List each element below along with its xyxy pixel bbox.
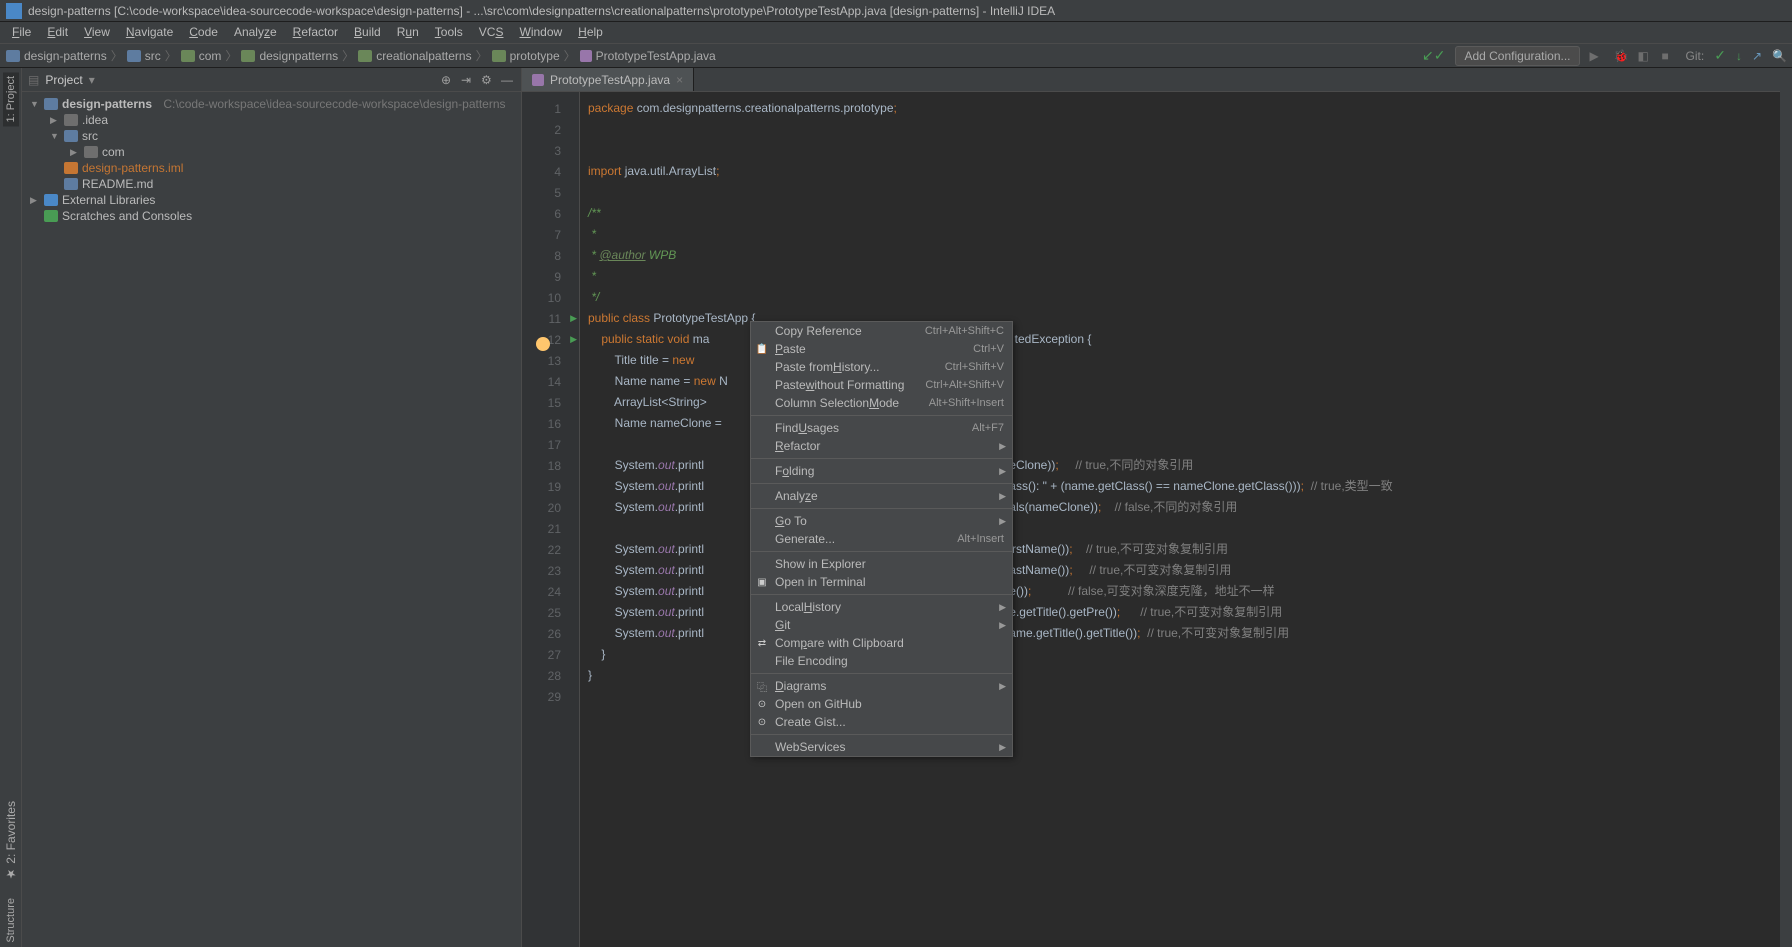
ctx-create-gist[interactable]: ⊙Create Gist... [751,713,1012,731]
line-gutter[interactable]: 12345 678910 11▶ 12▶ 1314151617 18192021… [522,92,580,947]
ctx-webservices[interactable]: WebServices▶ [751,738,1012,756]
ctx-find-usages[interactable]: Find UsagesAlt+F7 [751,419,1012,437]
menu-window[interactable]: Window [511,22,570,43]
bc-proto[interactable]: prototype [492,49,560,63]
editor[interactable]: 12345 678910 11▶ 12▶ 1314151617 18192021… [522,92,1780,947]
ctx-folding[interactable]: Folding▶ [751,462,1012,480]
tab-favorites[interactable]: ★ 2: Favorites [2,797,20,885]
editor-tabs: PrototypeTestApp.java × [522,68,1780,92]
ctx-local-history[interactable]: Local History▶ [751,598,1012,616]
title-bar: design-patterns [C:\code-workspace\idea-… [0,0,1792,22]
bc-project[interactable]: design-patterns [6,49,107,63]
tree-libs[interactable]: ▶External Libraries [22,192,521,208]
tree-scratch[interactable]: Scratches and Consoles [22,208,521,224]
nav-bar: design-patterns〉 src〉 com〉 designpattern… [0,44,1792,68]
stop-icon[interactable]: ■ [1662,49,1676,63]
menu-tools[interactable]: Tools [427,22,471,43]
debug-icon[interactable]: 🐞 [1614,49,1628,63]
run-gutter-icon[interactable]: ▶ [570,334,577,345]
menu-view[interactable]: View [76,22,118,43]
git-push-icon[interactable]: ↗ [1752,49,1762,63]
editor-area: PrototypeTestApp.java × 12345 678910 11▶… [522,68,1780,947]
coverage-icon[interactable]: ◧ [1638,49,1652,63]
tree-src[interactable]: ▼src [22,128,521,144]
run-config-dropdown[interactable]: Add Configuration... [1455,46,1579,66]
ctx-git[interactable]: Git▶ [751,616,1012,634]
collapse-icon[interactable]: ⇥ [461,73,475,87]
ctx-compare-clipboard[interactable]: ⇄Compare with Clipboard [751,634,1012,652]
menu-vcs[interactable]: VCS [471,22,512,43]
bc-dp[interactable]: designpatterns [241,49,338,63]
github-icon: ⊙ [755,697,769,711]
tab-structure[interactable]: Structure [3,894,19,947]
bc-com[interactable]: com [181,49,222,63]
tree-readme[interactable]: README.md [22,176,521,192]
menu-refactor[interactable]: Refactor [285,22,346,43]
bc-cp[interactable]: creationalpatterns [358,49,471,63]
ctx-generate[interactable]: Generate...Alt+Insert [751,530,1012,548]
ctx-open-terminal[interactable]: ▣Open in Terminal [751,573,1012,591]
tab-label: PrototypeTestApp.java [550,73,670,87]
context-menu: Copy ReferenceCtrl+Alt+Shift+C 📋PasteCtr… [750,321,1013,757]
run-icon[interactable]: ▶ [1590,49,1604,63]
menu-help[interactable]: Help [570,22,611,43]
github-icon: ⊙ [755,715,769,729]
sidebar-title[interactable]: Project [45,73,82,87]
terminal-icon: ▣ [755,575,769,589]
left-tool-strip: 1: Project ★ 2: Favorites Structure [0,68,22,947]
ctx-column-sel[interactable]: Column Selection ModeAlt+Shift+Insert [751,394,1012,412]
ctx-show-explorer[interactable]: Show in Explorer [751,555,1012,573]
menu-bar: File Edit View Navigate Code Analyze Ref… [0,22,1792,44]
locate-icon[interactable]: ⊕ [441,73,455,87]
menu-build[interactable]: Build [346,22,389,43]
hide-icon[interactable]: — [501,73,515,87]
project-sidebar: ▤ Project ▾ ⊕ ⇥ ⚙ — ▼design-patterns C:\… [22,68,522,947]
java-icon [532,74,544,86]
tree-root[interactable]: ▼design-patterns C:\code-workspace\idea-… [22,96,521,112]
breadcrumbs: design-patterns〉 src〉 com〉 designpattern… [6,47,716,64]
diagram-icon: ⿻ [755,679,769,693]
menu-navigate[interactable]: Navigate [118,22,181,43]
ctx-open-github[interactable]: ⊙Open on GitHub [751,695,1012,713]
ctx-diagrams[interactable]: ⿻Diagrams▶ [751,677,1012,695]
app-icon [6,3,22,19]
menu-code[interactable]: Code [181,22,226,43]
tree-com[interactable]: ▶com [22,144,521,160]
tab-file[interactable]: PrototypeTestApp.java × [522,68,694,91]
settings-icon[interactable]: ⚙ [481,73,495,87]
ctx-goto[interactable]: Go To▶ [751,512,1012,530]
git-commit-icon[interactable]: ↓ [1736,49,1742,63]
menu-analyze[interactable]: Analyze [226,22,285,43]
ctx-analyze[interactable]: Analyze▶ [751,487,1012,505]
git-update-icon[interactable]: ✓ [1714,47,1726,64]
menu-edit[interactable]: Edit [39,22,76,43]
right-gutter [1780,68,1792,947]
menu-file[interactable]: File [4,22,39,43]
ctx-paste-nofmt[interactable]: Paste without FormattingCtrl+Alt+Shift+V [751,376,1012,394]
project-tree[interactable]: ▼design-patterns C:\code-workspace\idea-… [22,92,521,947]
ctx-paste-history[interactable]: Paste from History...Ctrl+Shift+V [751,358,1012,376]
menu-run[interactable]: Run [389,22,427,43]
sidebar-header: ▤ Project ▾ ⊕ ⇥ ⚙ — [22,68,521,92]
bc-src[interactable]: src [127,49,161,63]
run-gutter-icon[interactable]: ▶ [570,313,577,324]
paste-icon: 📋 [755,342,769,356]
close-icon[interactable]: × [676,73,683,87]
build-ok-icon[interactable]: ↙✓ [1422,47,1445,64]
ctx-copy-reference[interactable]: Copy ReferenceCtrl+Alt+Shift+C [751,322,1012,340]
ctx-file-encoding[interactable]: File Encoding [751,652,1012,670]
ctx-paste[interactable]: 📋PasteCtrl+V [751,340,1012,358]
ctx-refactor[interactable]: Refactor▶ [751,437,1012,455]
window-title: design-patterns [C:\code-workspace\idea-… [28,4,1055,18]
compare-icon: ⇄ [755,636,769,650]
tree-iml[interactable]: design-patterns.iml [22,160,521,176]
tree-idea[interactable]: ▶.idea [22,112,521,128]
bulb-icon[interactable] [536,337,550,351]
bc-file[interactable]: PrototypeTestApp.java [580,49,716,63]
tab-project[interactable]: 1: Project [3,72,19,126]
git-label: Git: [1686,49,1705,63]
search-icon[interactable]: 🔍 [1772,49,1786,63]
nav-right: ↙✓ Add Configuration... ▶ 🐞 ◧ ■ Git: ✓ ↓… [1422,46,1786,66]
